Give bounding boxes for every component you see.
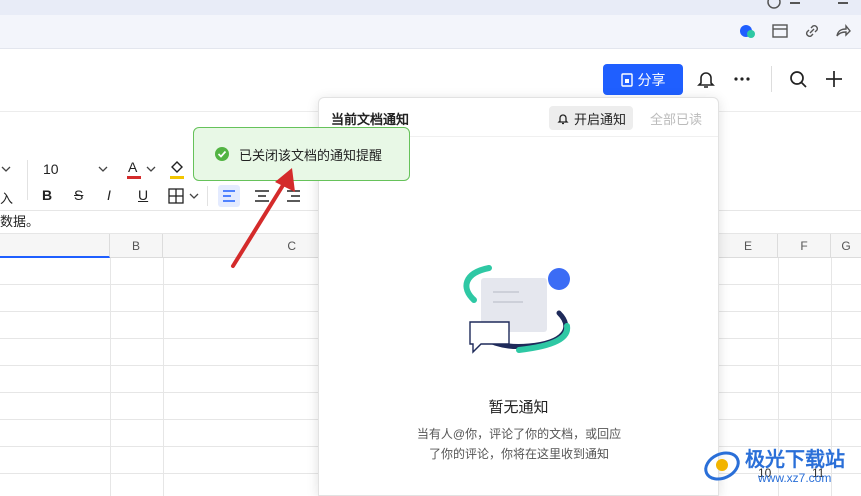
share-button[interactable]: 分享 [603,64,683,95]
enable-notification-button[interactable]: 开启通知 [549,106,633,130]
empty-notification-illustration [463,265,571,354]
panel-title: 当前文档通知 [331,112,410,127]
chevron-down-icon[interactable] [188,192,200,200]
window-control-icon[interactable] [838,2,848,4]
more-icon[interactable] [731,68,753,90]
column-header-f[interactable]: F [778,234,831,258]
share-label: 分享 [637,71,666,88]
empty-state-title: 暂无通知 [488,399,549,416]
header-divider [771,66,772,92]
bold-button[interactable]: B [42,187,52,203]
mark-all-read-button[interactable]: 全部已读 [650,109,702,128]
toolbar-divider [27,160,28,200]
column-header-e[interactable]: E [719,234,778,258]
border-icon[interactable] [168,188,184,204]
font-color-button[interactable]: A [125,158,143,180]
bell-icon[interactable] [695,68,717,90]
formula-content: 数据。 [0,214,40,229]
strike-button[interactable]: S [74,187,83,203]
column-header-b[interactable]: B [110,234,163,258]
empty-state-description: 当有人@你，评论了你的文档，或回应 了你的评论，你将在这里收到通知 [416,427,622,461]
forward-icon[interactable] [834,22,852,40]
toolbar-divider [207,186,208,206]
column-header-a[interactable] [0,234,110,258]
chevron-down-icon[interactable] [97,165,109,173]
bell-icon [557,114,569,125]
grid-line [110,258,111,496]
history-icon[interactable] [766,0,782,10]
column-header-g[interactable]: G [831,234,861,258]
underline-button[interactable]: U [138,187,148,203]
title-bar [0,0,861,15]
watermark-url: www.xz7.com [758,471,832,485]
font-size-select[interactable]: 10 [43,161,59,177]
chevron-down-icon[interactable] [145,165,157,173]
share-file-icon [620,72,633,87]
window-icon[interactable] [771,22,789,40]
tab-strip [0,15,861,49]
annotation-arrow [231,168,295,268]
chevron-down-icon[interactable] [0,165,12,173]
grid-line [163,258,164,496]
watermark-logo-icon [704,451,740,481]
fill-color-icon[interactable] [168,158,186,180]
collab-icon[interactable] [738,22,756,40]
input-label[interactable]: 入 [0,188,13,207]
italic-button[interactable]: I [107,187,111,203]
add-icon[interactable] [823,68,845,90]
search-icon[interactable] [787,68,809,90]
watermark-name: 极光下载站 [745,449,845,471]
watermark: 极光下载站 www.xz7.com [700,440,861,496]
minimize-icon[interactable] [790,2,800,4]
enable-notification-label: 开启通知 [573,111,626,127]
link-icon[interactable] [803,22,821,40]
